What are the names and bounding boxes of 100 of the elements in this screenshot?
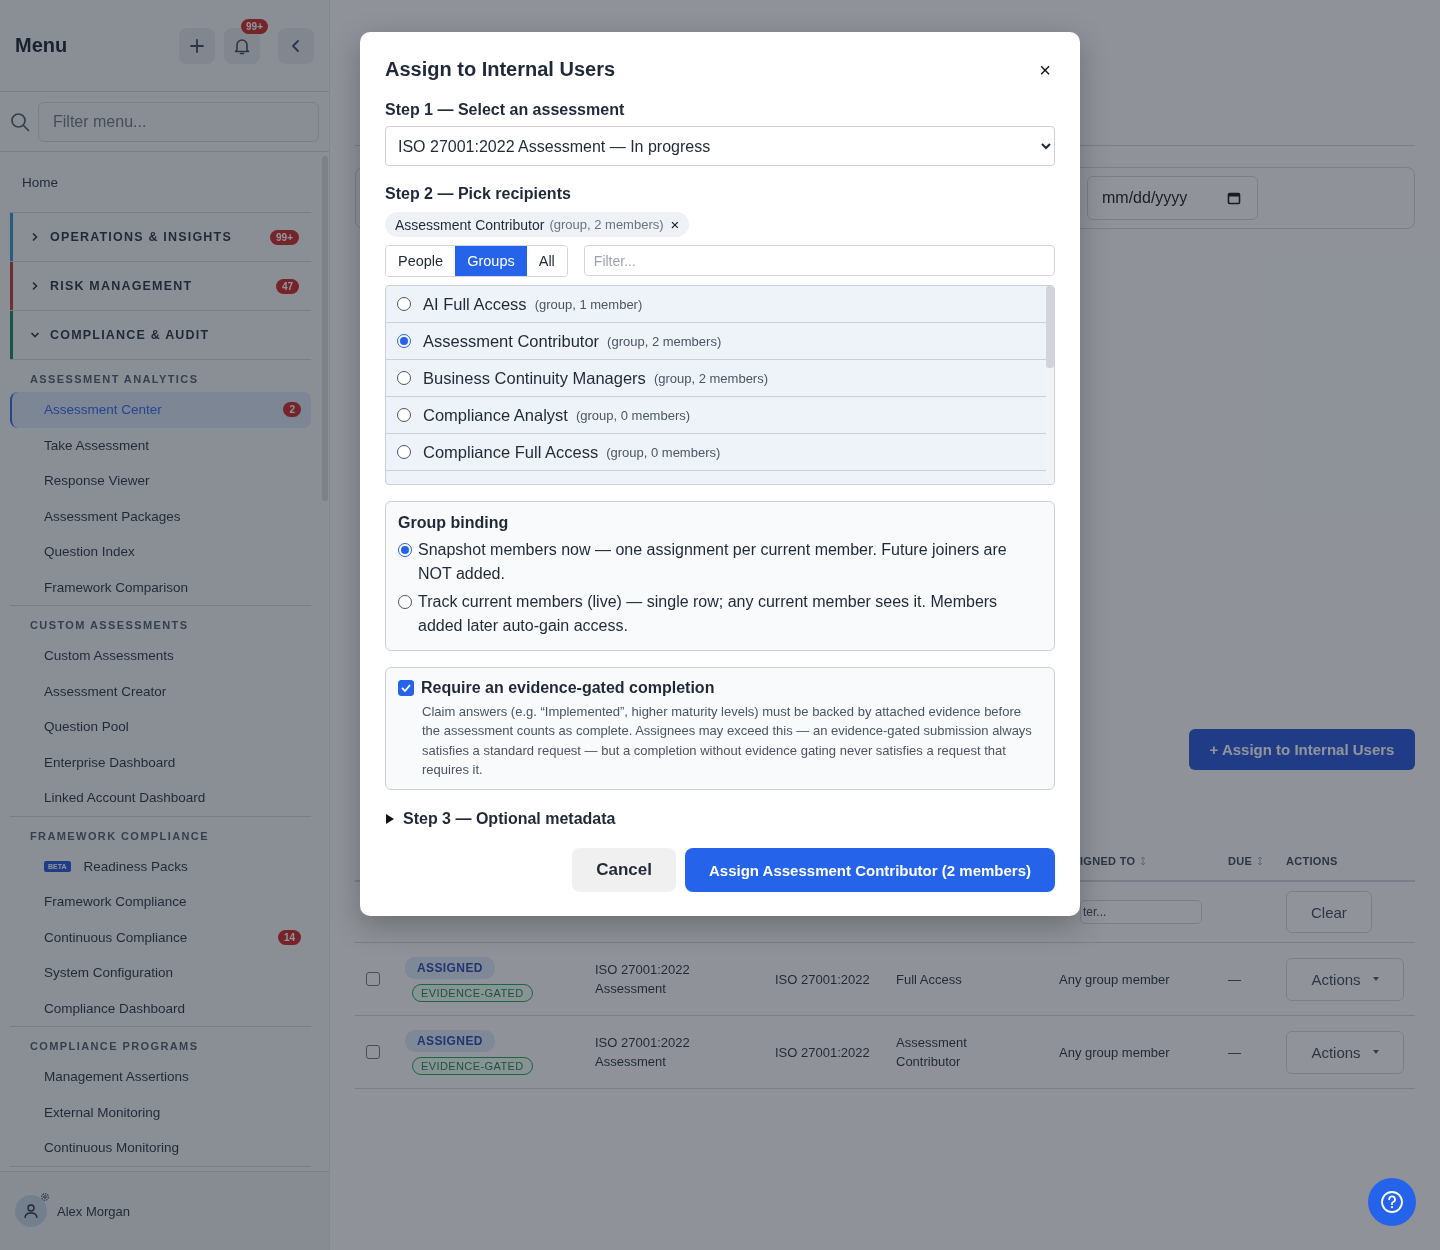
description-text: Claim answers (e.g. “Implemented”, higher maturity levels) must be backed by attached evidence before the assessment counts as complete. Assignees may exceed this — an evidence-gated submission always satisfies a standard request — but a completion without evidence gating never satisfies a request that requires it. bbox=[422, 703, 1033, 779]
table-cell-text: ISO 27001:2022 bbox=[774, 1043, 870, 1062]
avatar[interactable] bbox=[15, 1195, 47, 1227]
scrollbar-thumb[interactable] bbox=[1046, 286, 1054, 368]
nav-item[interactable]: Enterprise Dashboard bbox=[10, 744, 311, 780]
option-label: Track current members (live) — single row; any current member sees it. Members added later auto-gain access. bbox=[418, 592, 999, 636]
column-header[interactable]: IGNED TO bbox=[1080, 855, 1136, 867]
nav-item[interactable]: Question Pool bbox=[10, 709, 311, 745]
disclosure-toggle[interactable]: Step 3 — Optional metadata bbox=[385, 810, 616, 829]
actions-button[interactable]: Actions bbox=[1286, 1030, 1404, 1074]
section-header[interactable]: COMPLIANCE & AUDIT bbox=[10, 311, 311, 360]
remove-button[interactable]: × bbox=[668, 216, 682, 233]
option-meta: (group, 0 members) bbox=[606, 444, 721, 460]
nav-item[interactable]: Custom Assessments bbox=[10, 638, 311, 674]
nav-label: Assessment Creator bbox=[44, 683, 168, 699]
section-header[interactable]: RISK MANAGEMENT 47 bbox=[10, 262, 311, 311]
nav-label: Continuous Compliance bbox=[44, 929, 189, 945]
recipient-option[interactable]: Compliance Analyst (group, 0 members) bbox=[386, 397, 1046, 434]
nav-label: Compliance Dashboard bbox=[44, 1000, 187, 1016]
notification-badge: 99+ bbox=[241, 18, 268, 34]
nav-item[interactable]: Assessment Packages bbox=[10, 498, 311, 534]
nav-label: External Monitoring bbox=[44, 1104, 162, 1120]
date-field[interactable]: mm/dd/yyyy bbox=[1087, 176, 1258, 220]
add-button[interactable] bbox=[179, 27, 215, 64]
nav-item[interactable]: Management Assertions bbox=[10, 1059, 311, 1095]
nav-item[interactable]: Take Assessment bbox=[10, 427, 311, 463]
filter-field[interactable]: Filter... bbox=[583, 245, 1055, 276]
chevron-left-icon bbox=[290, 38, 302, 53]
column-header[interactable]: ACTIONS bbox=[1286, 855, 1338, 867]
person-icon bbox=[23, 1203, 39, 1219]
recipient-option[interactable]: Business Continuity Managers (group, 2 members) bbox=[386, 360, 1046, 397]
section-label: COMPLIANCE & AUDIT bbox=[50, 328, 211, 342]
panel-heading: Group binding bbox=[398, 514, 510, 532]
chevron-right-icon bbox=[30, 281, 40, 291]
nav-item[interactable]: Framework Comparison bbox=[10, 569, 311, 605]
actions-button[interactable]: Actions bbox=[1286, 957, 1404, 1001]
chip-meta: (group, 2 members) bbox=[549, 217, 664, 232]
nav-item[interactable]: System Configuration bbox=[10, 955, 311, 991]
nav-item[interactable]: Continuous Monitoring bbox=[10, 1130, 311, 1166]
nav-label: Question Pool bbox=[44, 719, 130, 735]
table-cell-text: ISO 27001:2022 Assessment bbox=[594, 961, 691, 998]
nav-label: Custom Assessments bbox=[44, 648, 175, 664]
table-cell-text: ISO 27001:2022 Assessment bbox=[594, 1034, 691, 1071]
chevron-right-icon bbox=[30, 232, 40, 242]
assign-button[interactable]: + Assign to Internal Users bbox=[1189, 729, 1415, 770]
radio-button[interactable] bbox=[397, 408, 411, 422]
option-label: Compliance Analyst bbox=[423, 405, 568, 425]
checkmark-icon bbox=[401, 684, 411, 692]
assessment-select[interactable]: ISO 27001:2022 Assessment — In progress bbox=[385, 126, 1055, 166]
home-link[interactable]: Home bbox=[10, 152, 311, 213]
user-name: Alex Morgan bbox=[57, 1203, 130, 1219]
radio-button[interactable] bbox=[397, 371, 411, 385]
option-meta: (group, 2 members) bbox=[607, 333, 722, 349]
cancel-button[interactable]: Cancel bbox=[572, 848, 676, 893]
calendar-icon bbox=[1227, 191, 1241, 205]
nav-item[interactable]: Framework Compliance bbox=[10, 884, 311, 920]
table-cell-text: Any group member bbox=[1058, 970, 1170, 989]
caret-down-icon bbox=[1372, 1050, 1379, 1054]
option-meta: (group, 2 members) bbox=[653, 370, 769, 386]
nav-label: Question Index bbox=[44, 544, 136, 560]
radio-button[interactable] bbox=[398, 595, 412, 609]
nav-item[interactable]: Question Index bbox=[10, 534, 311, 570]
option-meta: (group, 1 member) bbox=[534, 296, 643, 312]
nav-item[interactable]: Response Viewer bbox=[10, 463, 311, 499]
clear-button[interactable]: Clear bbox=[1286, 891, 1372, 933]
evidence-tag: EVIDENCE-GATED bbox=[412, 983, 533, 1002]
table-cell-text: Assessment Contributor bbox=[895, 1034, 968, 1071]
radio-button[interactable] bbox=[397, 297, 411, 311]
collapse-button[interactable] bbox=[278, 27, 314, 64]
nav-item[interactable]: Assessment Creator bbox=[10, 673, 311, 709]
close-button[interactable]: × bbox=[1035, 59, 1055, 80]
nav-label: Assessment Center bbox=[44, 402, 163, 418]
count-badge: 47 bbox=[275, 278, 299, 294]
submit-button[interactable]: Assign Assessment Contributor (2 members) bbox=[684, 848, 1055, 893]
filter-menu-field[interactable]: Filter menu... bbox=[38, 101, 319, 142]
row-checkbox[interactable] bbox=[366, 1045, 380, 1059]
status-badge: ASSIGNED bbox=[405, 1029, 495, 1052]
checkbox[interactable] bbox=[398, 680, 414, 696]
column-header[interactable]: DUE bbox=[1228, 855, 1253, 867]
filter-tab[interactable]: Groups bbox=[455, 246, 527, 276]
nav-label: Framework Comparison bbox=[44, 579, 190, 595]
nav-item[interactable]: External Monitoring bbox=[10, 1094, 311, 1130]
section-header[interactable]: OPERATIONS & INSIGHTS 99+ bbox=[10, 213, 311, 262]
checkbox-label: Require an evidence-gated completion bbox=[421, 679, 715, 697]
nav-item[interactable]: Continuous Compliance 14 bbox=[10, 919, 311, 955]
recipient-option[interactable]: Compliance Full Access (group, 0 members) bbox=[386, 434, 1046, 471]
table-cell-text: Full Access bbox=[895, 970, 962, 989]
recipient-option[interactable]: Assessment Contributor (group, 2 members) bbox=[386, 323, 1046, 360]
nav-item[interactable]: Assessment Center 2 bbox=[10, 392, 311, 428]
nav-item[interactable]: Compliance Dashboard bbox=[10, 990, 311, 1026]
radio-button[interactable] bbox=[397, 445, 411, 459]
section-label: OPERATIONS & INSIGHTS bbox=[50, 230, 233, 244]
option-label: Assessment Contributor bbox=[423, 331, 600, 351]
table-cell-text: ISO 27001:2022 bbox=[774, 970, 870, 989]
column-filter-field[interactable]: ter... bbox=[1080, 900, 1202, 924]
row-checkbox[interactable] bbox=[366, 972, 380, 986]
nav-item[interactable]: Linked Account Dashboard bbox=[10, 780, 311, 816]
help-icon bbox=[1380, 1190, 1404, 1214]
recipient-option[interactable]: AI Full Access (group, 1 member) bbox=[386, 286, 1046, 323]
chip-label: Assessment Contributor bbox=[395, 216, 545, 233]
